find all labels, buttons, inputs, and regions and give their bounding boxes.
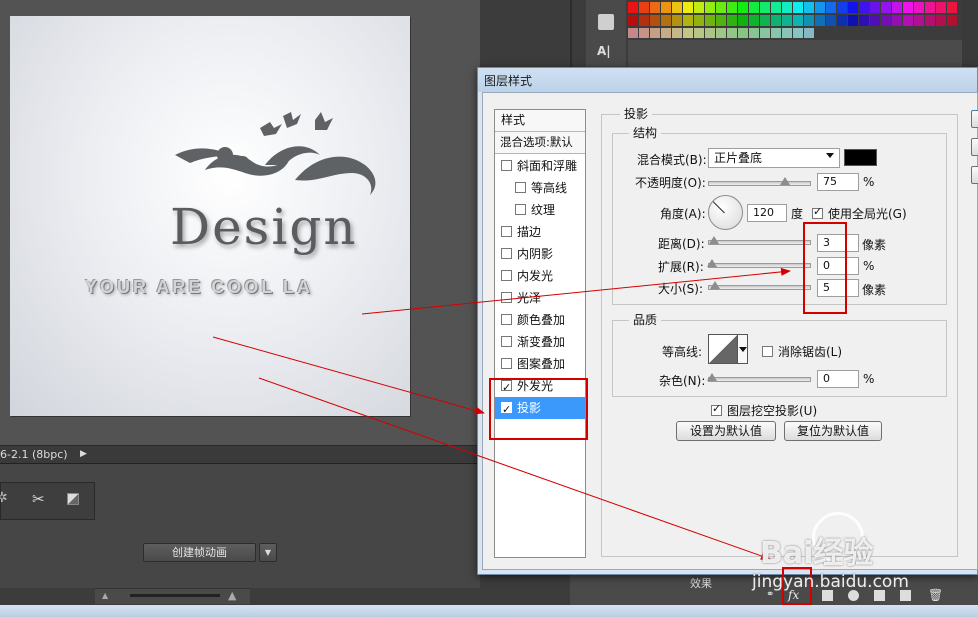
watermark-url: jingyan.baidu.com xyxy=(752,572,909,592)
watermark-brand: Bai经验 xyxy=(760,536,874,571)
